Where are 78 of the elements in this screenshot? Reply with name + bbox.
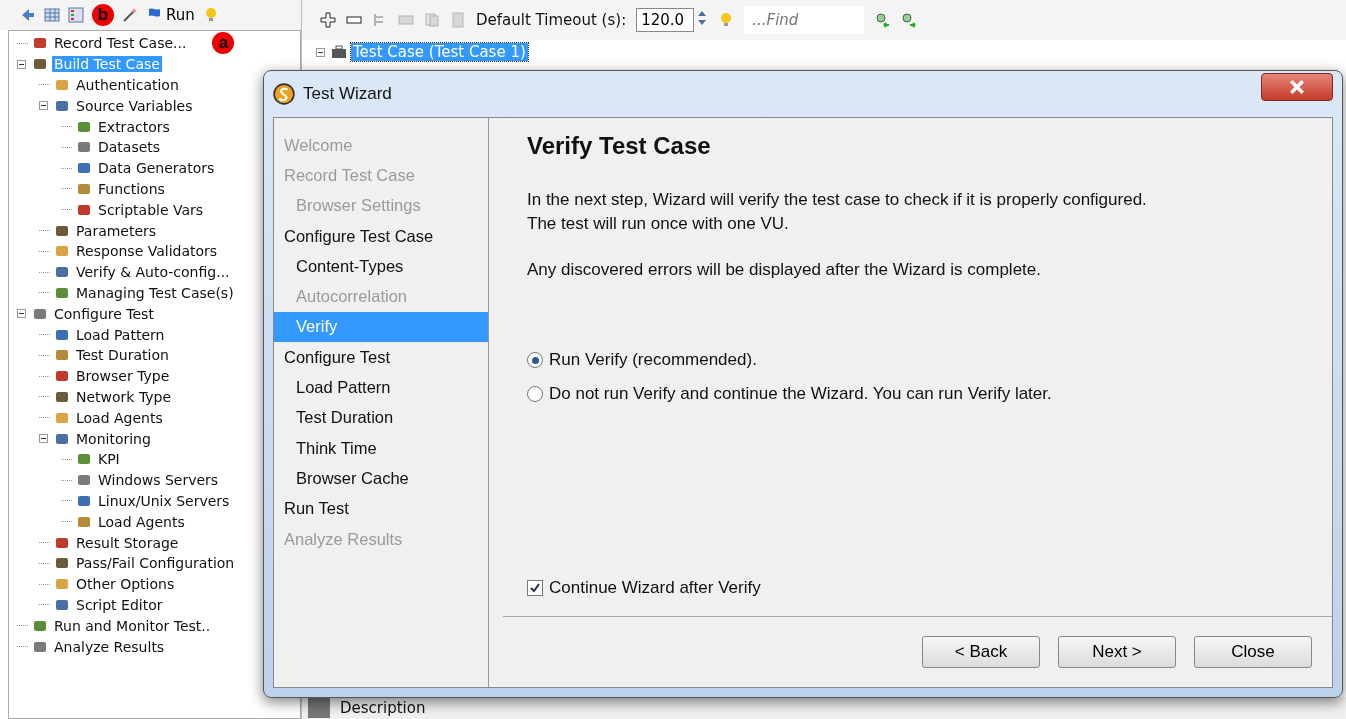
collapse-toggle[interactable] — [17, 59, 28, 69]
tree-item[interactable]: Load Agents — [96, 513, 187, 530]
collapse-toggle[interactable] — [39, 101, 50, 111]
tree-item[interactable]: Extractors — [96, 118, 172, 135]
tree-item[interactable]: Pass/Fail Configuration — [74, 555, 237, 572]
tree-item[interactable]: Monitoring — [74, 430, 153, 447]
wizard-step[interactable]: Configure Test — [274, 342, 488, 373]
tree-item[interactable]: Test Duration — [74, 347, 171, 364]
tree-item[interactable]: Script Editor — [74, 596, 165, 613]
find-previous-icon[interactable] — [874, 12, 891, 28]
radio-option[interactable]: Run Verify (recommended). — [527, 350, 1308, 370]
tree-item[interactable]: Browser Type — [74, 368, 172, 385]
annotation-badge: b — [92, 4, 114, 26]
header-block — [308, 698, 330, 718]
back-button[interactable]: < Back — [922, 636, 1040, 668]
radio-button[interactable] — [527, 386, 543, 402]
plus-icon[interactable] — [320, 12, 336, 28]
option-label: Do not run Verify and continue the Wizard. You can run Verify later. — [549, 384, 1052, 404]
close-icon — [1289, 79, 1305, 95]
wizard-step[interactable]: Think Time — [274, 432, 488, 464]
tree-item[interactable]: Datasets — [96, 139, 163, 156]
wizard-step[interactable]: Configure Test Case — [274, 220, 488, 252]
tree-item[interactable]: Other Options — [74, 576, 177, 593]
find-next-icon[interactable] — [900, 12, 917, 28]
timeout-field[interactable]: 120.0 — [636, 8, 695, 32]
wizard-step[interactable]: Content-Types — [274, 251, 488, 282]
page-heading: Verify Test Case — [527, 132, 712, 160]
tree-item[interactable]: KPI — [96, 451, 122, 468]
tree-item[interactable]: Load Agents — [74, 409, 165, 426]
next-button[interactable]: Next > — [1058, 636, 1176, 668]
grid-icon[interactable] — [44, 7, 60, 23]
checkbox[interactable] — [527, 580, 543, 596]
wizard-step[interactable]: Browser Cache — [274, 463, 488, 494]
wizard-step[interactable]: Run Test — [274, 493, 488, 524]
checkbox-label: Continue Wizard after Verify — [549, 578, 761, 598]
tree-item[interactable]: Load Pattern — [74, 326, 167, 343]
tree-item[interactable]: Linux/Unix Servers — [96, 492, 232, 509]
annotation-badge: a — [212, 32, 235, 55]
tree-item[interactable]: Data Generators — [96, 160, 217, 177]
tree-item[interactable]: Result Storage — [74, 534, 181, 551]
find-field[interactable]: ...Find — [744, 6, 865, 34]
tree-item[interactable]: Functions — [96, 180, 167, 197]
continue-checkbox-row[interactable]: Continue Wizard after Verify — [527, 578, 1308, 598]
tree-item[interactable]: Parameters — [74, 222, 159, 239]
collapse-toggle[interactable] — [17, 309, 28, 319]
tree-item[interactable]: Scriptable Vars — [96, 201, 206, 218]
tree-item[interactable]: Verify & Auto-config... — [74, 264, 232, 281]
wizard-step[interactable]: Test Duration — [274, 402, 488, 433]
wizard-step[interactable]: Load Pattern — [274, 372, 488, 403]
app-logo-icon — [273, 83, 295, 105]
tree-item[interactable]: Windows Servers — [96, 472, 221, 489]
magic-wand-icon[interactable] — [122, 7, 138, 23]
collapse-toggle[interactable] — [316, 47, 327, 57]
tree-item[interactable]: Source Variables — [74, 97, 195, 114]
list-icon[interactable] — [68, 7, 84, 23]
tree-item[interactable]: Record Test Case... — [52, 35, 189, 52]
dialog-title: Test Wizard — [303, 84, 393, 104]
column-header: Description — [340, 699, 426, 717]
tree-item[interactable]: Managing Test Case(s) — [74, 284, 236, 301]
tree-item[interactable]: Run and Monitor Test.. — [52, 617, 213, 634]
description-text: Any discovered errors will be displayed after the Wizard is complete. — [527, 259, 1042, 281]
close-button[interactable] — [1261, 73, 1333, 101]
back-arrow-icon[interactable] — [20, 7, 36, 23]
collapse-toggle[interactable] — [39, 434, 50, 444]
tree-item[interactable]: Analyze Results — [52, 638, 167, 655]
tree-item[interactable]: Configure Test — [52, 305, 156, 322]
briefcase-icon — [331, 44, 347, 60]
radio-button[interactable] — [527, 352, 543, 368]
description-text: In the next step, Wizard will verify the test case to check if it is properly configured. The test will run once with one VU. — [527, 189, 1148, 235]
tree-item[interactable]: Response Validators — [74, 243, 220, 260]
tree-item[interactable]: Authentication — [74, 77, 181, 93]
radio-option[interactable]: Do not run Verify and continue the Wizard. You can run Verify later. — [527, 384, 1308, 404]
close-button[interactable]: Close — [1194, 636, 1312, 668]
option-label: Run Verify (recommended). — [549, 350, 757, 370]
node-icon — [54, 77, 70, 93]
timeout-label: Default Timeout (s): — [476, 11, 627, 29]
run-button[interactable]: Run — [146, 6, 195, 24]
tree-item[interactable]: Network Type — [74, 388, 174, 405]
